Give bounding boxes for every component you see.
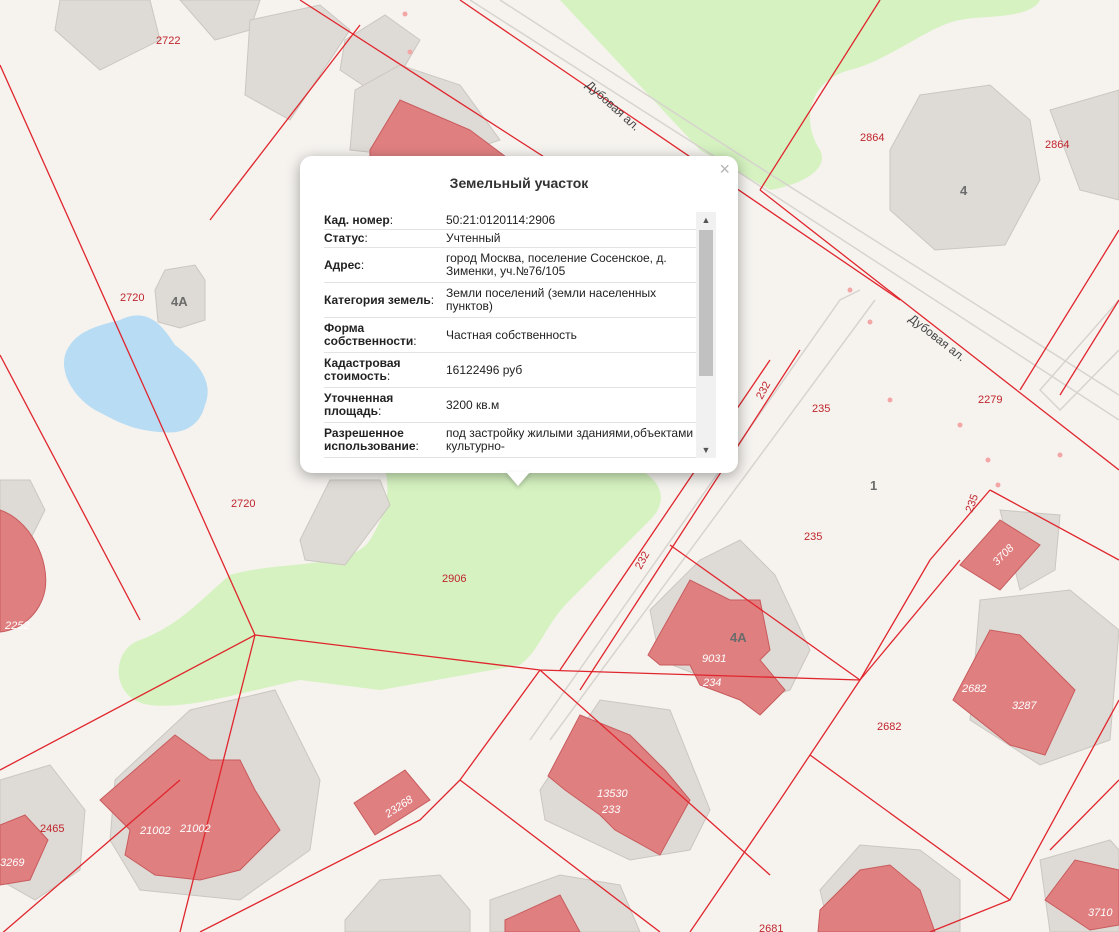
row-value: 3200 кв.м: [446, 387, 696, 423]
row-key: Уточненная площадь: [324, 391, 394, 418]
house-number: 4А: [171, 294, 188, 309]
table-row: Форма собственности: Частная собственнос…: [324, 317, 696, 353]
row-value: Земли поселений (земли населенных пункто…: [446, 282, 696, 318]
parcel-label: 2682: [877, 721, 901, 733]
building-label: 234: [702, 677, 721, 689]
row-value: город Москва, поселение Сосенское, д. Зи…: [446, 247, 696, 283]
row-key: Кад. номер: [324, 213, 390, 227]
table-row: Разрешенное использование: под застройку…: [324, 422, 696, 458]
parcel-label: 2279: [978, 394, 1002, 406]
row-value: Учтенный: [446, 229, 696, 248]
parcel-label: 2906: [442, 573, 466, 585]
row-key: Форма собственности: [324, 321, 414, 348]
table-row: Статус: Учтенный: [324, 229, 696, 248]
row-key: Адрес: [324, 257, 361, 272]
building-label: 13530: [597, 788, 628, 800]
street-label: Дубовая ал.: [906, 311, 968, 364]
popup-pointer: [506, 472, 530, 486]
building-label: 21002: [179, 823, 211, 835]
parcel-label: 2864: [1045, 139, 1069, 151]
row-value: Частная собственность: [446, 317, 696, 353]
parcel-label: 235: [804, 531, 822, 543]
table-row: Кадастровая стоимость: 16122496 руб: [324, 352, 696, 388]
building-label: 3287: [1012, 700, 1037, 712]
table-row: Кад. номер: 50:21:0120114:2906: [324, 212, 696, 230]
parcel-label: 232: [633, 550, 652, 572]
parcel-info-popup: × Земельный участок Кад. номер: 50:21:01…: [300, 156, 738, 473]
building-label: 9031: [702, 653, 726, 665]
parcel-label: 2720: [120, 292, 144, 304]
parcel-label: 235: [812, 403, 830, 415]
building-label: 21002: [139, 825, 171, 837]
parcel-label: 2722: [156, 35, 180, 47]
scroll-down-icon[interactable]: ▼: [696, 442, 716, 458]
scrollbar[interactable]: ▲ ▼: [696, 212, 716, 458]
parcel-label: 2720: [231, 498, 255, 510]
parcel-label: 2681: [759, 923, 783, 932]
parcel-info-table: Кад. номер: 50:21:0120114:2906 Статус: У…: [324, 212, 696, 458]
row-key: Категория земель: [324, 292, 431, 307]
row-key: Разрешенное использование: [324, 426, 416, 453]
table-row: Адрес: город Москва, поселение Сосенское…: [324, 247, 696, 283]
row-key: Статус: [324, 231, 365, 245]
house-number: 4: [960, 183, 968, 198]
parcel-label: 3710: [1088, 907, 1113, 919]
parcel-label: 235: [964, 493, 982, 514]
house-number: 1: [870, 478, 877, 493]
row-value: 16122496 руб: [446, 352, 696, 388]
table-row: Уточненная площадь: 3200 кв.м: [324, 387, 696, 423]
row-value: под застройку жилыми зданиями,объектами …: [446, 422, 696, 458]
parcel-label: 2682: [961, 683, 986, 695]
info-scroll-area[interactable]: Кад. номер: 50:21:0120114:2906 Статус: У…: [324, 212, 716, 458]
row-value: 50:21:0120114:2906: [446, 212, 696, 230]
pond: [64, 315, 208, 433]
building-label: 233: [601, 804, 621, 816]
house-number: 4А: [730, 630, 747, 645]
scrollbar-thumb[interactable]: [699, 230, 713, 376]
parcel-label: 2465: [40, 823, 64, 835]
scroll-up-icon[interactable]: ▲: [696, 212, 716, 228]
parcel-label: 2864: [860, 132, 884, 144]
building-label: 3269: [0, 857, 24, 869]
parcel-label: 2252: [4, 620, 29, 632]
popup-title: Земельный участок: [449, 175, 589, 191]
table-row: Категория земель: Земли поселений (земли…: [324, 282, 696, 318]
